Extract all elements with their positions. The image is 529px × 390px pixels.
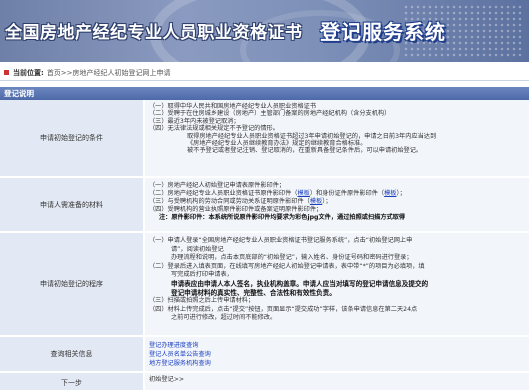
template-link[interactable]: 模板 [298, 190, 310, 197]
material-text: （二）房地产经纪专业人员职业资格证书原件影印件（ [149, 190, 298, 197]
conditions-content: （一）取得中华人民共和国房地产经纪专业人员职业资格证书 （二）受聘于在住房城乡建… [145, 100, 529, 176]
template-link[interactable]: 模板 [384, 190, 396, 197]
banner-subtitle: 登记服务系统 [320, 20, 446, 44]
materials-content: （一）房地产经纪人初始登记申请表原件影印件； （二）房地产经纪专业人员职业资格证… [145, 178, 529, 231]
condition-line: （二）受聘于在住房城乡建设（房地产）主管部门备案的房地产经纪机构（含分支机构） [149, 110, 391, 118]
condition-note: 取得房地产经纪专业人员职业资格证书超过3年申请初始登记的，申请之日前3年内应当达… [187, 132, 437, 140]
table-row-conditions: 申请初始登记的条件 （一）取得中华人民共和国房地产经纪专业人员职业资格证书 （二… [0, 100, 529, 177]
material-text: ）和身份证件原件影印件（ [309, 190, 385, 197]
table-row-next: 下一步 初始登记>> [0, 373, 529, 390]
row-label: 下一步 [0, 373, 143, 390]
condition-line: （四）无法律法规或相关规定不予登记的情形。 [149, 125, 279, 133]
material-line: （四）受聘机构的营业执照原件影印件或备案证明原件影印件； [149, 206, 323, 213]
row-label: 申请人需准备的材料 [0, 178, 143, 231]
section-title: 登记说明 [0, 87, 529, 100]
material-text: ）； [396, 190, 406, 197]
roster-query-link[interactable]: 登记人员名单公告查询 [149, 350, 523, 359]
banner-title: 全国房地产经纪专业人员职业资格证书 [5, 23, 303, 43]
procedure-line: 之前可进行修改，超过时间不能修改。 [171, 314, 277, 322]
initial-registration-link[interactable]: 初始登记>> [145, 373, 529, 390]
breadcrumb-path[interactable]: 首页>>房地产经纪人初始登记网上申请 [47, 68, 171, 78]
table-row-materials: 申请人需准备的材料 （一）房地产经纪人初始登记申请表原件影印件； （二）房地产经… [0, 178, 529, 232]
material-text: （三）与受聘机构的劳动合同或劳动关系证明原件影印件（ [149, 198, 310, 205]
procedure-line: （一）申请人登录“全国房地产经纪专业人员职业资格证书登记服务系统”，点击“初始登… [149, 237, 413, 244]
procedure-notice: 申请表应由申请人本人签名，执业机构盖章。申请人应当对填写的登记申请信息及提交的 [171, 279, 429, 288]
procedure-line: 办理流程和说明，点击本页底部的“初始登记”，输入姓名、身份证号码和密码进行登录； [171, 254, 413, 262]
table-row-query: 查询相关信息 登记办理进度查询 登记人员名单公告查询 地方登记服务机构查询 [0, 337, 529, 372]
procedure-notice: 登记申请材料的真实性、完整性、合法性和有效性负责。 [171, 288, 336, 297]
material-line: （三）与受聘机构的劳动合同或劳动关系证明原件影印件（模板）； [149, 198, 523, 206]
bullet-icon [4, 70, 9, 75]
local-agency-query-link[interactable]: 地方登记服务机构查询 [149, 359, 523, 368]
procedure-line: 请”，阅读初始登记 [171, 245, 224, 253]
material-line: （二）房地产经纪专业人员职业资格证书原件影印件（模板）和身份证件原件影印件（模板… [149, 190, 523, 198]
procedure-line: 写完成后打印申请表， [171, 271, 233, 279]
query-links: 登记办理进度查询 登记人员名单公告查询 地方登记服务机构查询 [145, 337, 529, 371]
table-row-procedure: 申请初始登记的程序 （一）申请人登录“全国房地产经纪专业人员职业资格证书登记服务… [0, 233, 529, 336]
procedure-line: （三）扫描或拍照之后上传申请材料； [149, 297, 255, 305]
row-label: 查询相关信息 [0, 337, 143, 371]
condition-note: 被不予登记或者登记注销、登记取消的，在重新具备登记条件后，可以申请初始登记。 [187, 147, 423, 155]
materials-note: 注：原件影印件：本系统所说原件影印件均要求为彩色jpg文件，通过拍照或扫描方式取… [159, 214, 406, 221]
material-line: （一）房地产经纪人初始登记申请表原件影印件； [149, 182, 286, 189]
template-link[interactable]: 模板 [310, 198, 322, 205]
site-banner: 全国房地产经纪专业人员职业资格证书 登记服务系统 [0, 0, 529, 62]
row-label: 申请初始登记的程序 [0, 233, 143, 335]
progress-query-link[interactable]: 登记办理进度查询 [149, 341, 523, 350]
breadcrumb: 当前位置: 首页>>房地产经纪人初始登记网上申请 [0, 65, 529, 81]
material-text: ）； [322, 198, 332, 205]
procedure-content: （一）申请人登录“全国房地产经纪专业人员职业资格证书登记服务系统”，点击“初始登… [145, 233, 529, 335]
breadcrumb-label: 当前位置: [13, 68, 44, 77]
row-label: 申请初始登记的条件 [0, 100, 143, 176]
